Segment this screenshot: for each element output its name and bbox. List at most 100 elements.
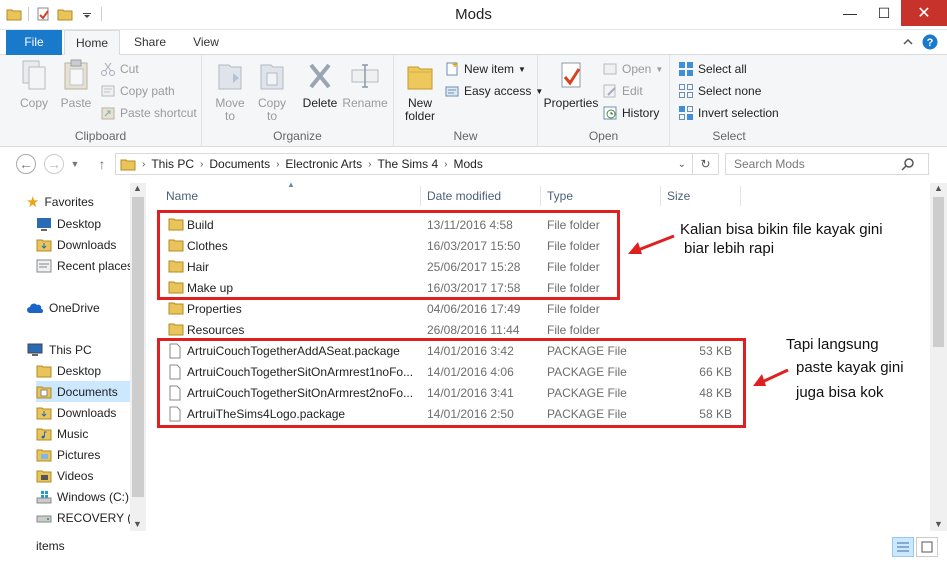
properties-button[interactable]: Properties (542, 59, 600, 110)
arrow-right-icon: → (47, 156, 61, 172)
nav-fav-desktop-label: Desktop (57, 216, 102, 231)
rename-button[interactable]: Rename (342, 59, 388, 110)
refresh-icon[interactable]: ↻ (692, 154, 718, 174)
easy-access-button[interactable]: Easy access ▼ (444, 81, 543, 101)
tab-home[interactable]: Home (64, 30, 120, 56)
folder-row[interactable]: Resources 26/08/2016 11:44 File folder (160, 319, 740, 340)
new-folder-button[interactable]: New folder (398, 59, 442, 123)
paste-button[interactable]: Paste (56, 59, 96, 110)
open-button[interactable]: Open ▼ (602, 59, 663, 79)
breadcrumb-this-pc[interactable]: This PC (147, 157, 198, 171)
chevron-down-icon: ▼ (518, 64, 526, 74)
copy-to-icon (260, 64, 284, 90)
forward-button[interactable]: → (44, 154, 64, 174)
file-type: File folder (547, 323, 600, 337)
help-icon[interactable]: ? (922, 34, 938, 50)
history-button[interactable]: History (602, 103, 659, 123)
annotation-packages-line1: Tapi langsung (786, 336, 879, 353)
column-divider[interactable] (540, 186, 541, 206)
search-icon[interactable] (901, 157, 915, 171)
copy-label: Copy (19, 96, 48, 110)
star-icon: ★ (26, 193, 40, 211)
breadcrumb-documents[interactable]: Documents (205, 157, 274, 171)
nav-pc-documents[interactable]: Documents (36, 381, 138, 402)
paste-shortcut-label: Paste shortcut (120, 106, 197, 120)
column-divider[interactable] (420, 186, 421, 206)
rename-label: Rename (342, 96, 388, 110)
up-button[interactable]: ↑ (92, 154, 112, 174)
folder-row[interactable]: Properties 04/06/2016 17:49 File folder (160, 298, 740, 319)
chevron-up-icon[interactable]: ▲ (133, 183, 142, 193)
chevron-right-icon: › (276, 158, 280, 170)
edit-button[interactable]: Edit (602, 81, 643, 101)
invert-selection-button[interactable]: Invert selection (678, 103, 779, 123)
column-header-name[interactable]: Name (166, 189, 198, 203)
column-header-type[interactable]: Type (547, 189, 573, 203)
back-button[interactable]: ← (16, 154, 36, 174)
nav-favorites[interactable]: ★ Favorites (26, 191, 146, 212)
cut-button[interactable]: Cut (100, 59, 139, 79)
arrow-up-icon: ↑ (98, 156, 106, 172)
new-item-label: New item (464, 62, 515, 76)
chevron-down-icon[interactable]: ▼ (133, 519, 142, 529)
breadcrumb-the-sims-4[interactable]: The Sims 4 (373, 157, 442, 171)
search-input[interactable] (726, 157, 901, 171)
new-item-button[interactable]: New item ▼ (444, 59, 526, 79)
properties-label: Properties (543, 96, 599, 110)
scroll-thumb[interactable] (132, 197, 144, 497)
minimize-button[interactable]: — (833, 0, 867, 26)
nav-pc-music-label: Music (57, 426, 89, 441)
delete-icon (309, 63, 331, 89)
packages-highlight-box (157, 338, 746, 428)
nav-onedrive[interactable]: OneDrive (26, 297, 146, 318)
copy-path-button[interactable]: Copy path (100, 81, 175, 101)
file-type: File folder (547, 302, 600, 316)
nav-pc-pictures-label: Pictures (57, 447, 101, 462)
nav-this-pc[interactable]: This PC (26, 339, 146, 360)
window-title: Mods (455, 6, 492, 23)
tab-file[interactable]: File (6, 30, 62, 55)
nav-pane-scrollbar[interactable]: ▲ ▼ (130, 183, 146, 531)
details-view-button[interactable] (892, 537, 914, 557)
cut-label: Cut (120, 62, 139, 76)
breadcrumb-mods[interactable]: Mods (450, 157, 487, 171)
close-button[interactable]: ✕ (901, 0, 947, 26)
status-bar: items (0, 533, 947, 562)
scroll-thumb[interactable] (933, 197, 944, 347)
invert-selection-icon (679, 106, 693, 120)
paste-shortcut-button[interactable]: Paste shortcut (100, 103, 197, 123)
details-view-icon (897, 542, 909, 552)
chevron-down-icon[interactable]: ⌄ (678, 159, 686, 170)
move-to-label: Move to (215, 96, 245, 123)
nav-pc-windows-drive-label: Windows (C:) (57, 489, 130, 504)
chevron-down-icon[interactable]: ▼ (934, 519, 943, 529)
breadcrumb-electronic-arts[interactable]: Electronic Arts (281, 157, 366, 171)
select-all-button[interactable]: Select all (678, 59, 747, 79)
file-name: Properties (187, 302, 242, 316)
column-divider[interactable] (740, 186, 741, 206)
nav-fav-recent-places-label: Recent places (57, 258, 134, 273)
tab-share[interactable]: Share (124, 30, 176, 55)
address-bar[interactable]: › This PC › Documents › Electronic Arts … (115, 153, 719, 175)
chevron-up-icon[interactable]: ▲ (934, 183, 943, 193)
nav-pc-desktop-label: Desktop (57, 363, 102, 378)
copy-to-button[interactable]: Copy to (250, 59, 294, 123)
column-divider[interactable] (660, 186, 661, 206)
tab-view[interactable]: View (180, 30, 232, 55)
chevron-up-icon[interactable] (900, 34, 916, 50)
file-list-scrollbar[interactable]: ▲ ▼ (930, 183, 947, 531)
videos-folder-icon (36, 470, 52, 482)
nav-onedrive-label: OneDrive (49, 300, 100, 315)
delete-button[interactable]: Delete (298, 59, 342, 110)
column-header-date[interactable]: Date modified (427, 189, 501, 203)
select-none-button[interactable]: Select none (678, 81, 761, 101)
new-folder-icon (407, 66, 433, 90)
recent-locations-button[interactable]: ▼ (68, 154, 82, 174)
maximize-button[interactable]: ☐ (867, 0, 901, 26)
clipboard-group: Copy Paste Cut Copy path Paste shortcut … (0, 55, 202, 147)
large-icons-view-button[interactable] (916, 537, 938, 557)
copy-button[interactable]: Copy (12, 59, 56, 110)
column-header-size[interactable]: Size (667, 189, 690, 203)
clipboard-group-label: Clipboard (74, 129, 127, 143)
move-to-button[interactable]: Move to (208, 59, 252, 123)
